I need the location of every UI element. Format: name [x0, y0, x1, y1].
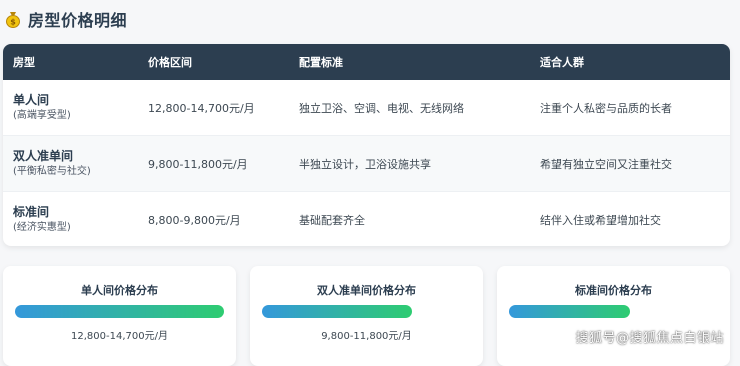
watermark: 搜狐号@搜狐焦点白银站 — [575, 331, 724, 346]
price-distribution-bar — [262, 305, 412, 318]
price-range-cell: 8,800-9,800元/月 — [148, 213, 241, 227]
column-header-room-type: 房型 — [13, 56, 35, 69]
price-distribution-card-single: 单人间价格分布 12,800-14,700元/月 — [3, 266, 236, 366]
room-type-cell: 双人准单间 (平衡私密与社交) — [3, 148, 138, 179]
card-price: 12,800-14,700元/月 — [71, 331, 168, 342]
audience-cell: 希望有独立空间又注重社交 — [540, 157, 672, 171]
money-bag-icon: $ — [4, 10, 22, 28]
price-distribution-card-double: 双人准单间价格分布 9,800-11,800元/月 — [250, 266, 483, 366]
audience-cell: 注重个人私密与品质的长者 — [540, 101, 672, 115]
configuration-cell: 基础配套齐全 — [299, 213, 365, 227]
price-table: 房型 价格区间 配置标准 适合人群 单人间 (高端享受型) 12,800-14,… — [3, 44, 730, 246]
room-type-subtitle: (经济实惠型) — [13, 222, 71, 233]
table-row: 单人间 (高端享受型) 12,800-14,700元/月 独立卫浴、空调、电视、… — [3, 80, 730, 136]
price-distribution-card-standard: 标准间价格分布 — [497, 266, 730, 366]
room-type-subtitle: (平衡私密与社交) — [13, 166, 91, 177]
price-distribution-bar — [509, 305, 630, 318]
page-header: $ 房型价格明细 — [4, 8, 127, 30]
audience-cell: 结伴入住或希望增加社交 — [540, 213, 661, 227]
column-header-audience: 适合人群 — [540, 56, 584, 69]
card-title: 双人准单间价格分布 — [317, 284, 416, 297]
column-header-price-range: 价格区间 — [148, 56, 192, 69]
table-row: 标准间 (经济实惠型) 8,800-9,800元/月 基础配套齐全 结伴入住或希… — [3, 192, 730, 246]
room-type-name: 双人准单间 — [13, 149, 74, 163]
room-type-cell: 单人间 (高端享受型) — [3, 92, 138, 123]
card-title: 单人间价格分布 — [81, 284, 158, 297]
room-type-name: 标准间 — [13, 205, 50, 219]
table-header-row: 房型 价格区间 配置标准 适合人群 — [3, 44, 730, 80]
card-price: 9,800-11,800元/月 — [321, 331, 412, 342]
price-distribution-bar — [15, 305, 224, 318]
svg-text:$: $ — [10, 18, 16, 27]
price-range-cell: 12,800-14,700元/月 — [148, 101, 255, 115]
column-header-configuration: 配置标准 — [299, 56, 343, 69]
page-title: 房型价格明细 — [28, 11, 128, 30]
table-row: 双人准单间 (平衡私密与社交) 9,800-11,800元/月 半独立设计，卫浴… — [3, 136, 730, 192]
room-type-name: 单人间 — [13, 93, 50, 107]
room-type-subtitle: (高端享受型) — [13, 110, 71, 121]
card-title: 标准间价格分布 — [575, 284, 652, 297]
configuration-cell: 独立卫浴、空调、电视、无线网络 — [299, 101, 464, 115]
room-type-cell: 标准间 (经济实惠型) — [3, 204, 138, 235]
configuration-cell: 半独立设计，卫浴设施共享 — [299, 157, 431, 171]
price-range-cell: 9,800-11,800元/月 — [148, 157, 248, 171]
